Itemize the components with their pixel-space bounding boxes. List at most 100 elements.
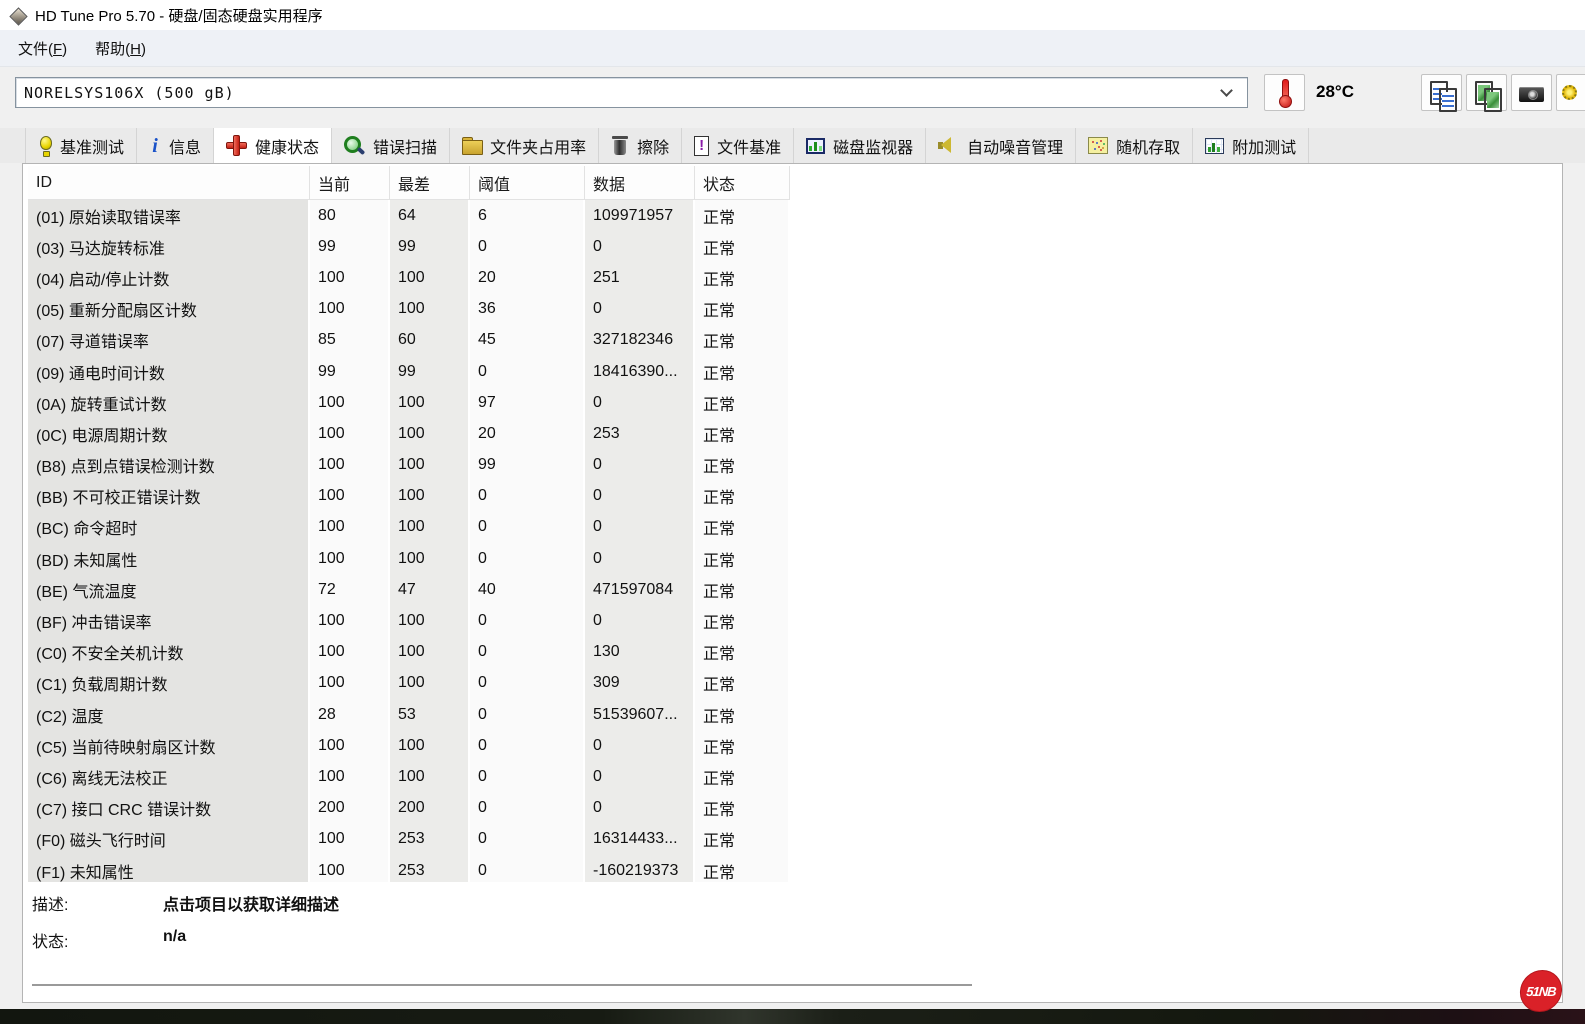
menu-file[interactable]: 文件(F) (4, 32, 81, 65)
table-cell: 正常 (695, 231, 790, 262)
table-cell: (B8) 点到点错误检测计数 (28, 450, 310, 481)
table-cell: 100 (310, 481, 390, 512)
table-cell: (BE) 气流温度 (28, 574, 310, 605)
table-cell: 200 (310, 793, 390, 824)
tab-aam[interactable]: 自动噪音管理 (926, 128, 1076, 163)
smart-attributes-table: ID当前最差阈值数据状态 (01) 原始读取错误率80646109971957正… (28, 166, 796, 882)
table-cell: 80 (310, 200, 390, 231)
table-cell: 99 (470, 450, 585, 481)
column-header-4[interactable]: 数据 (585, 166, 695, 200)
table-cell: 0 (470, 231, 585, 262)
table-row[interactable]: (F1) 未知属性1002530-160219373正常 (28, 855, 796, 882)
table-cell: 0 (585, 761, 695, 792)
tab-random-access[interactable]: 随机存取 (1076, 128, 1193, 163)
table-cell: 100 (310, 637, 390, 668)
table-cell: 64 (390, 200, 470, 231)
table-row[interactable]: (C1) 负载周期计数1001000309正常 (28, 668, 796, 699)
table-row[interactable]: (BD) 未知属性10010000正常 (28, 543, 796, 574)
table-cell: 100 (390, 294, 470, 325)
table-row[interactable]: (0A) 旋转重试计数100100970正常 (28, 387, 796, 418)
table-cell: 200 (390, 793, 470, 824)
table-cell: 0 (470, 793, 585, 824)
column-header-3[interactable]: 阈值 (470, 166, 585, 200)
table-cell: 100 (310, 294, 390, 325)
table-row[interactable]: (B8) 点到点错误检测计数100100990正常 (28, 450, 796, 481)
app-window: HD Tune Pro 5.70 - 硬盘/固态硬盘实用程序 文件(F) 帮助(… (0, 0, 1585, 1024)
table-row[interactable]: (F0) 磁头飞行时间100253016314433...正常 (28, 824, 796, 855)
table-row[interactable]: (BB) 不可校正错误计数10010000正常 (28, 481, 796, 512)
chevron-down-icon[interactable] (1220, 84, 1233, 97)
table-cell: (C7) 接口 CRC 错误计数 (28, 793, 310, 824)
random-access-icon (1088, 137, 1108, 154)
table-row[interactable]: (C0) 不安全关机计数1001000130正常 (28, 637, 796, 668)
table-cell: 正常 (695, 450, 790, 481)
table-cell: 0 (585, 231, 695, 262)
table-row[interactable]: (09) 通电时间计数9999018416390...正常 (28, 356, 796, 387)
table-cell: 正常 (695, 200, 790, 231)
table-cell: 0 (470, 512, 585, 543)
table-row[interactable]: (C6) 离线无法校正10010000正常 (28, 761, 796, 792)
tab-error-scan[interactable]: 错误扫描 (332, 128, 450, 163)
tab-label-random-access: 随机存取 (1116, 134, 1180, 158)
screenshot-button[interactable] (1511, 74, 1552, 111)
column-header-1[interactable]: 当前 (310, 166, 390, 200)
table-cell: 100 (310, 668, 390, 699)
tab-disk-monitor[interactable]: 磁盘监视器 (794, 128, 926, 163)
table-cell: 100 (310, 605, 390, 636)
table-cell: 72 (310, 574, 390, 605)
table-cell: 16314433... (585, 824, 695, 855)
tab-benchmark[interactable]: 基准测试 (25, 128, 137, 163)
table-cell: (C6) 离线无法校正 (28, 761, 310, 792)
table-row[interactable]: (BC) 命令超时10010000正常 (28, 512, 796, 543)
table-cell: 正常 (695, 824, 790, 855)
table-cell: 0 (470, 761, 585, 792)
copy-text-button[interactable] (1421, 74, 1462, 111)
table-row[interactable]: (BF) 冲击错误率10010000正常 (28, 605, 796, 636)
table-cell: 60 (390, 325, 470, 356)
table-row[interactable]: (0C) 电源周期计数10010020253正常 (28, 418, 796, 449)
tab-label-folder-usage: 文件夹占用率 (490, 134, 586, 158)
table-row[interactable]: (03) 马达旋转标准999900正常 (28, 231, 796, 262)
details-panel: 描述: 点击项目以获取详细描述 状态: n/a (32, 891, 339, 965)
table-cell: 正常 (695, 512, 790, 543)
table-row[interactable]: (05) 重新分配扇区计数100100360正常 (28, 294, 796, 325)
table-row[interactable]: (C2) 温度2853051539607...正常 (28, 699, 796, 730)
tab-file-benchmark[interactable]: 文件基准 (682, 128, 794, 163)
partial-button[interactable] (1556, 74, 1585, 111)
column-header-5[interactable]: 状态 (695, 166, 790, 200)
table-cell: 正常 (695, 574, 790, 605)
drive-selector[interactable]: NORELSYS106X (500 gB) (15, 77, 1248, 108)
taskbar-edge (0, 1009, 1585, 1024)
table-cell: 正常 (695, 699, 790, 730)
table-row[interactable]: (01) 原始读取错误率80646109971957正常 (28, 200, 796, 231)
column-header-2[interactable]: 最差 (390, 166, 470, 200)
table-cell: (F0) 磁头飞行时间 (28, 824, 310, 855)
temperature-button[interactable] (1264, 74, 1305, 111)
copy-image-button[interactable] (1466, 74, 1507, 111)
table-cell: (BB) 不可校正错误计数 (28, 481, 310, 512)
table-cell: 0 (585, 793, 695, 824)
menu-help-text: 帮助( (95, 41, 130, 58)
table-cell: (05) 重新分配扇区计数 (28, 294, 310, 325)
table-header-row: ID当前最差阈值数据状态 (28, 166, 796, 200)
table-cell: 0 (470, 824, 585, 855)
tab-health-status[interactable]: 健康状态 (214, 128, 332, 163)
table-row[interactable]: (BE) 气流温度724740471597084正常 (28, 574, 796, 605)
table-cell: 0 (585, 730, 695, 761)
table-row[interactable]: (C7) 接口 CRC 错误计数20020000正常 (28, 793, 796, 824)
tab-extra-tests[interactable]: 附加测试 (1193, 128, 1309, 163)
table-cell: 20 (470, 262, 585, 293)
menu-file-key: F (53, 41, 62, 58)
table-cell: 正常 (695, 761, 790, 792)
column-header-0[interactable]: ID (28, 166, 310, 200)
tab-info[interactable]: 信息 (137, 128, 214, 163)
tab-erase[interactable]: 擦除 (599, 128, 682, 163)
table-row[interactable]: (C5) 当前待映射扇区计数10010000正常 (28, 730, 796, 761)
table-row[interactable]: (04) 启动/停止计数10010020251正常 (28, 262, 796, 293)
tab-folder-usage[interactable]: 文件夹占用率 (450, 128, 599, 163)
menu-help[interactable]: 帮助(H) (81, 32, 160, 65)
table-cell: 309 (585, 668, 695, 699)
table-cell: 6 (470, 200, 585, 231)
menu-file-text-post: ) (62, 41, 67, 58)
table-row[interactable]: (07) 寻道错误率856045327182346正常 (28, 325, 796, 356)
